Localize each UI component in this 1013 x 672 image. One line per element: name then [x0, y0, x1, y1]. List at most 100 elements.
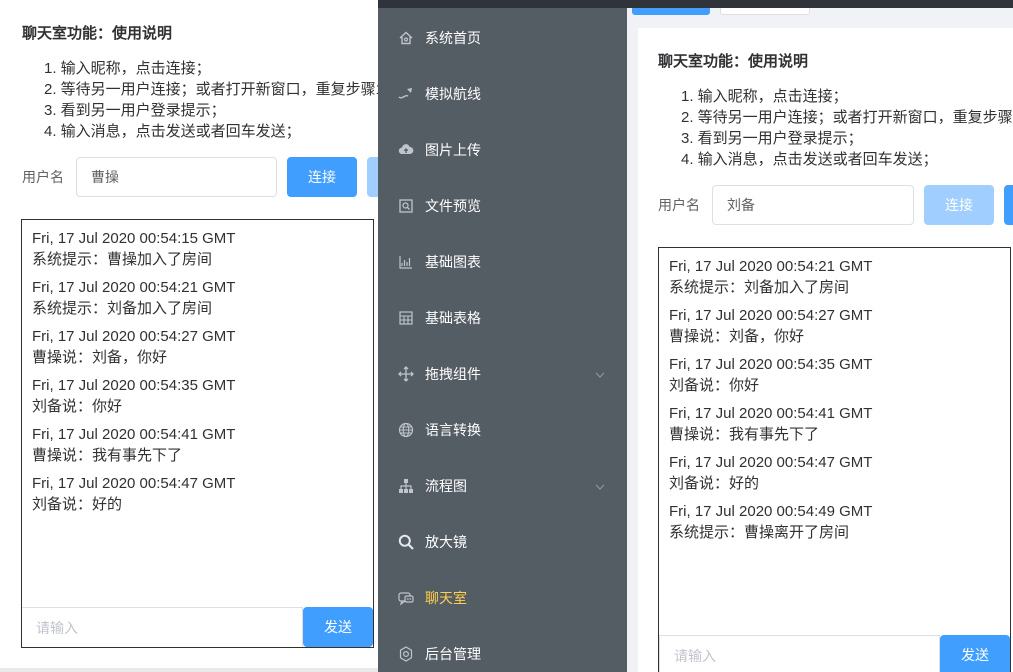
sidebar-item-label: 系统首页 — [425, 30, 481, 46]
sidebar-item-label: 文件预览 — [425, 198, 481, 214]
tab-inactive[interactable] — [720, 8, 810, 15]
message-time: Fri, 17 Jul 2020 00:54:21 GMT — [32, 279, 236, 296]
chat-message: Fri, 17 Jul 2020 00:54:47 GMT 刘备说：好的 — [32, 473, 363, 515]
tab-active[interactable] — [632, 8, 710, 15]
sidebar-item-label: 拖拽组件 — [425, 366, 481, 382]
instruction-step: 3. 看到另一用户登录提示； — [44, 102, 226, 119]
message-time: Fri, 17 Jul 2020 00:54:49 GMT — [669, 503, 873, 520]
message-text: 刘备说：你好 — [669, 377, 760, 394]
message-time: Fri, 17 Jul 2020 00:54:15 GMT — [32, 230, 236, 247]
sidebar-item-admin[interactable]: 后台管理 — [378, 626, 627, 672]
message-text: 曹操说：刘备，你好 — [32, 349, 168, 366]
message-text: 系统提示：刘备加入了房间 — [32, 300, 213, 317]
send-row: 请输入 发送 — [22, 607, 373, 647]
sidebar-item-table[interactable]: 基础表格 — [378, 290, 627, 346]
message-text: 系统提示：曹操离开了房间 — [669, 524, 850, 541]
chat-message: Fri, 17 Jul 2020 00:54:41 GMT 曹操说：我有事先下了 — [669, 403, 1000, 445]
magnifier-icon — [398, 534, 414, 550]
message-input[interactable]: 请输入 — [659, 635, 940, 672]
flowchart-icon — [398, 478, 414, 494]
sidebar-item-label: 基础表格 — [425, 310, 481, 326]
instructions-list: 1. 输入昵称，点击连接； 2. 等待另一用户连接；或者打开新窗口，重复步骤1；… — [44, 58, 378, 142]
chat-message: Fri, 17 Jul 2020 00:54:27 GMT 曹操说：刘备，你好 — [32, 326, 363, 368]
sidebar-item-upload[interactable]: 图片上传 — [378, 122, 627, 178]
chat-message: Fri, 17 Jul 2020 00:54:21 GMT 系统提示：刘备加入了… — [32, 277, 363, 319]
sidebar-item-chart[interactable]: 基础图表 — [378, 234, 627, 290]
globe-icon — [398, 422, 414, 438]
message-text: 曹操说：我有事先下了 — [669, 426, 820, 443]
sidebar-item-language[interactable]: 语言转换 — [378, 402, 627, 458]
username-row: 用户名 刘备 连接 — [658, 185, 1013, 225]
chat-message: Fri, 17 Jul 2020 00:54:41 GMT 曹操说：我有事先下了 — [32, 424, 363, 466]
message-text: 刘备说：你好 — [32, 398, 123, 415]
chat-message: Fri, 17 Jul 2020 00:54:15 GMT 系统提示：曹操加入了… — [32, 228, 363, 270]
sidebar-item-route[interactable]: 模拟航线 — [378, 66, 627, 122]
disconnect-button[interactable] — [367, 157, 378, 197]
message-time: Fri, 17 Jul 2020 00:54:27 GMT — [669, 307, 873, 324]
route-icon — [398, 86, 414, 102]
file-preview-icon — [398, 198, 414, 214]
message-list: Fri, 17 Jul 2020 00:54:15 GMT 系统提示：曹操加入了… — [22, 220, 373, 530]
chevron-down-icon — [595, 366, 605, 382]
sidebar-item-label: 语言转换 — [425, 422, 481, 438]
sidebar-item-drag[interactable]: 拖拽组件 — [378, 346, 627, 402]
message-time: Fri, 17 Jul 2020 00:54:35 GMT — [669, 356, 873, 373]
message-time: Fri, 17 Jul 2020 00:54:27 GMT — [32, 328, 236, 345]
chat-icon — [398, 590, 414, 606]
message-time: Fri, 17 Jul 2020 00:54:47 GMT — [32, 475, 236, 492]
message-time: Fri, 17 Jul 2020 00:54:41 GMT — [32, 426, 236, 443]
send-button[interactable]: 发送 — [303, 607, 373, 647]
chat-message: Fri, 17 Jul 2020 00:54:49 GMT 系统提示：曹操离开了… — [669, 501, 1000, 543]
table-icon — [398, 310, 414, 326]
right-app-window: 系统首页 模拟航线 图片上传 文件预览 基础图表 基础表格 拖拽组件 语言转换 … — [378, 0, 1013, 672]
chat-message: Fri, 17 Jul 2020 00:54:35 GMT 刘备说：你好 — [32, 375, 363, 417]
sidebar-item-flowchart[interactable]: 流程图 — [378, 458, 627, 514]
message-text: 系统提示：刘备加入了房间 — [669, 279, 850, 296]
sidebar-item-label: 聊天室 — [425, 590, 467, 606]
instruction-step: 3. 看到另一用户登录提示； — [681, 130, 863, 147]
message-text: 曹操说：刘备，你好 — [669, 328, 805, 345]
sidebar-item-label: 基础图表 — [425, 254, 481, 270]
username-label: 用户名 — [22, 169, 64, 185]
instruction-step: 4. 输入消息，点击发送或者回车发送； — [681, 151, 938, 168]
chevron-down-icon — [595, 478, 605, 494]
chat-message-box: Fri, 17 Jul 2020 00:54:21 GMT 系统提示：刘备加入了… — [658, 247, 1011, 672]
disconnect-button[interactable] — [1004, 185, 1013, 225]
sidebar-item-file-preview[interactable]: 文件预览 — [378, 178, 627, 234]
message-input[interactable]: 请输入 — [22, 607, 303, 647]
instruction-step: 1. 输入昵称，点击连接； — [44, 60, 211, 77]
instructions-list: 1. 输入昵称，点击连接； 2. 等待另一用户连接；或者打开新窗口，重复步骤1；… — [681, 86, 1013, 170]
instruction-step: 2. 等待另一用户连接；或者打开新窗口，重复步骤1； — [44, 81, 378, 98]
send-row: 请输入 发送 — [659, 635, 1010, 672]
sidebar-item-chat[interactable]: 聊天室 — [378, 570, 627, 626]
sidebar-item-label: 放大镜 — [425, 534, 467, 550]
screen: 聊天室功能：使用说明 1. 输入昵称，点击连接； 2. 等待另一用户连接；或者打… — [0, 0, 1013, 672]
chart-icon — [398, 254, 414, 270]
sidebar-item-label: 流程图 — [425, 478, 467, 494]
chat-message: Fri, 17 Jul 2020 00:54:35 GMT 刘备说：你好 — [669, 354, 1000, 396]
message-list: Fri, 17 Jul 2020 00:54:21 GMT 系统提示：刘备加入了… — [659, 248, 1010, 558]
drag-move-icon — [398, 366, 414, 382]
sidebar-item-label: 后台管理 — [425, 646, 481, 662]
sidebar-item-magnifier[interactable]: 放大镜 — [378, 514, 627, 570]
chat-message: Fri, 17 Jul 2020 00:54:21 GMT 系统提示：刘备加入了… — [669, 256, 1000, 298]
page-title: 聊天室功能：使用说明 — [22, 25, 173, 42]
send-button[interactable]: 发送 — [940, 635, 1010, 672]
message-text: 系统提示：曹操加入了房间 — [32, 251, 213, 268]
instruction-step: 4. 输入消息，点击发送或者回车发送； — [44, 123, 301, 140]
username-input[interactable]: 曹操 — [76, 157, 277, 197]
message-time: Fri, 17 Jul 2020 00:54:47 GMT — [669, 454, 873, 471]
message-text: 刘备说：好的 — [32, 496, 123, 513]
sidebar-item-home[interactable]: 系统首页 — [378, 10, 627, 66]
left-chat-window: 聊天室功能：使用说明 1. 输入昵称，点击连接； 2. 等待另一用户连接；或者打… — [0, 0, 378, 668]
upload-cloud-icon — [398, 142, 414, 158]
content-card: 聊天室功能：使用说明 1. 输入昵称，点击连接； 2. 等待另一用户连接；或者打… — [638, 28, 1013, 672]
top-header-bar — [378, 0, 1013, 8]
connect-button[interactable]: 连接 — [287, 157, 357, 197]
username-label: 用户名 — [658, 197, 700, 213]
username-input[interactable]: 刘备 — [712, 185, 914, 225]
connect-button[interactable]: 连接 — [924, 185, 994, 225]
message-text: 曹操说：我有事先下了 — [32, 447, 183, 464]
sidebar-menu: 系统首页 模拟航线 图片上传 文件预览 基础图表 基础表格 拖拽组件 语言转换 … — [378, 8, 627, 672]
gear-icon — [398, 646, 414, 662]
